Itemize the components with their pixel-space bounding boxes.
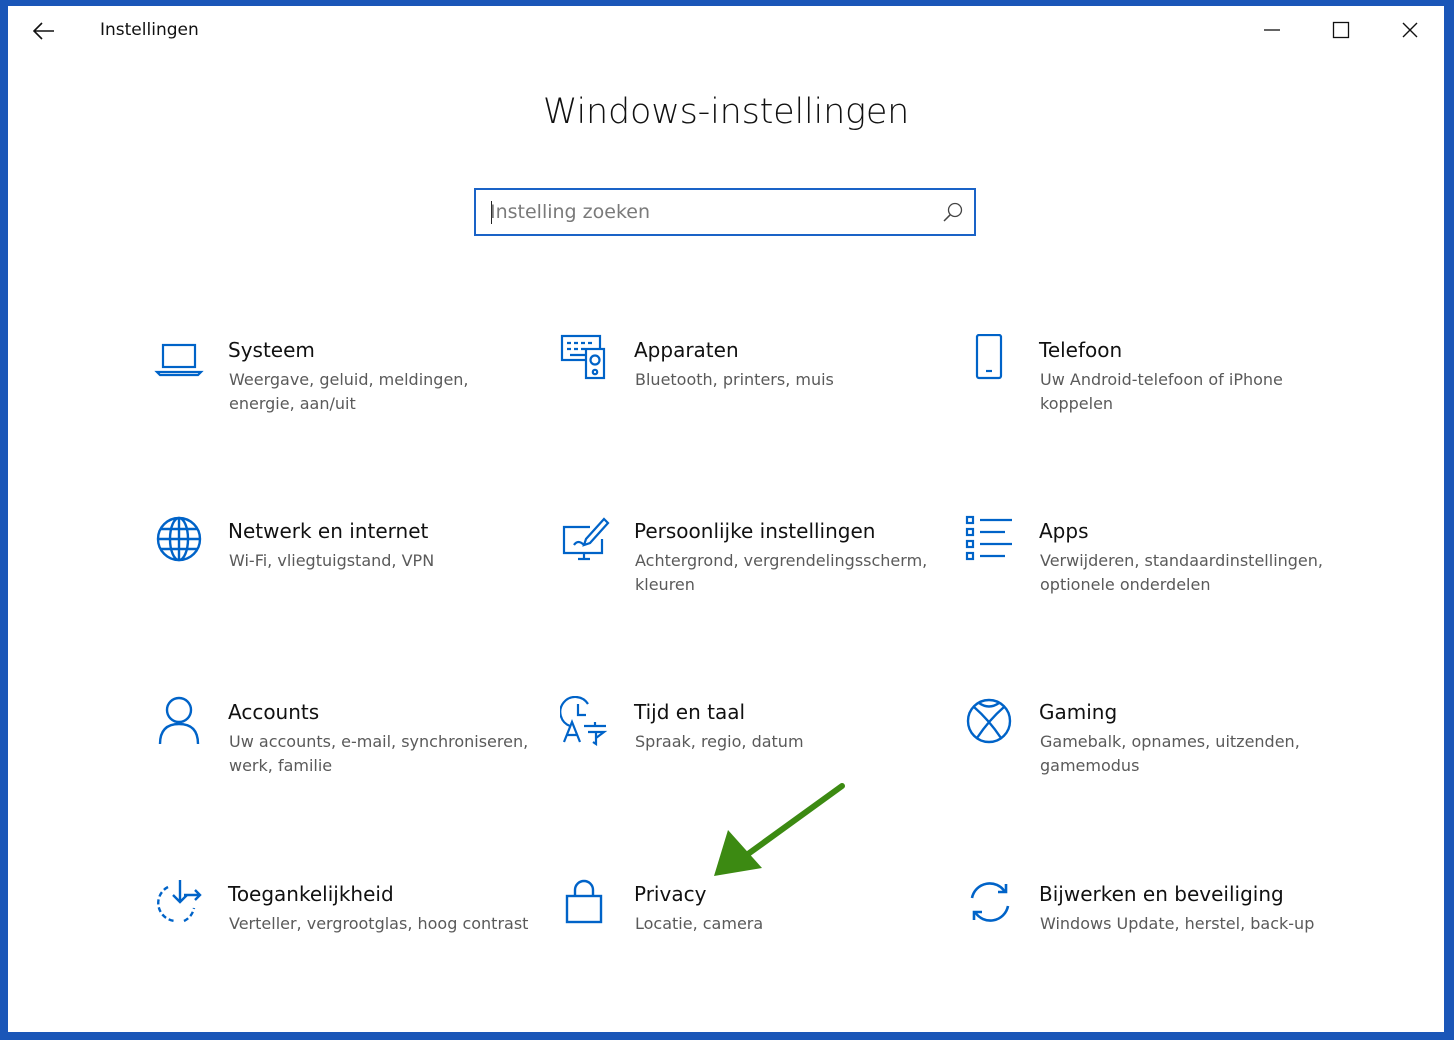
tile-title: Privacy: [634, 882, 707, 906]
tile-gaming[interactable]: Gaming Gamebalk, opnames, uitzenden, gam…: [965, 696, 1345, 836]
tile-description: Verteller, vergrootglas, hoog contrast: [229, 914, 529, 933]
search-input[interactable]: [490, 190, 930, 234]
lock-icon: [565, 879, 603, 924]
settings-window: Instellingen Windows-instellingen Instel…: [8, 6, 1444, 1032]
tile-title: Gaming: [1039, 700, 1118, 724]
time-language-icon: [560, 696, 608, 746]
apps-list-icon: [965, 515, 1012, 561]
tile-apps[interactable]: Apps Verwijderen, standaardinstellingen,…: [965, 515, 1345, 655]
tile-title: Bijwerken en beveiliging: [1039, 882, 1284, 906]
annotation-arrow: [714, 783, 845, 876]
tile-title: Systeem: [228, 338, 315, 362]
tile-title: Persoonlijke instellingen: [634, 519, 876, 543]
tile-telefoon[interactable]: Telefoon Uw Android-telefoon of iPhone k…: [965, 334, 1345, 474]
globe-icon: [156, 516, 202, 562]
tile-toegankelijkheid[interactable]: Toegankelijkheid Verteller, vergrootglas…: [154, 878, 534, 1018]
tile-description: Spraak, regio, datum: [635, 732, 804, 751]
accessibility-icon: [157, 880, 202, 923]
tile-title: Tijd en taal: [634, 700, 746, 724]
minimize-button[interactable]: [1244, 12, 1300, 48]
personalization-icon: [562, 517, 610, 561]
tile-title: Telefoon: [1039, 338, 1123, 362]
person-icon: [158, 696, 200, 745]
back-arrow-icon: [33, 22, 54, 40]
search-box[interactable]: [474, 188, 976, 236]
tile-description: Wi-Fi, vliegtuigstand, VPN: [229, 551, 435, 570]
tile-apparaten[interactable]: Apparaten Bluetooth, printers, muis: [560, 334, 940, 474]
search-icon[interactable]: [942, 201, 964, 223]
tile-title: Apps: [1039, 519, 1089, 543]
back-button[interactable]: [24, 14, 64, 48]
tile-title: Netwerk en internet: [228, 519, 429, 543]
tile-bijwerken-en-beveiliging[interactable]: Bijwerken en beveiliging Windows Update,…: [965, 878, 1345, 1018]
xbox-icon: [966, 698, 1012, 744]
tile-title: Apparaten: [634, 338, 739, 362]
tile-persoonlijke-instellingen[interactable]: Persoonlijke instellingen Achtergrond, v…: [560, 515, 940, 655]
close-icon: [1402, 22, 1418, 38]
tile-accounts[interactable]: Accounts Uw accounts, e-mail, synchronis…: [154, 696, 534, 836]
tile-systeem[interactable]: Systeem Weergave, geluid, meldingen, ene…: [154, 334, 534, 474]
sync-icon: [970, 882, 1010, 922]
tile-title: Accounts: [228, 700, 320, 724]
tile-netwerk-en-internet[interactable]: Netwerk en internet Wi-Fi, vliegtuigstan…: [154, 515, 534, 655]
laptop-icon: [154, 343, 204, 377]
app-title: Instellingen: [100, 20, 199, 40]
tile-description: Achtergrond, vergrendelingsscherm, kleur…: [635, 551, 928, 594]
title-bar: Instellingen: [8, 6, 1444, 56]
tile-description: Locatie, camera: [635, 914, 764, 933]
tile-description: Windows Update, herstel, back-up: [1040, 914, 1315, 933]
close-button[interactable]: [1382, 12, 1438, 48]
tile-description: Uw accounts, e-mail, synchroniseren, wer…: [229, 732, 529, 775]
tile-title: Toegankelijkheid: [228, 882, 394, 906]
page-title: Windows-instellingen: [542, 92, 910, 132]
tile-description: Uw Android-telefoon of iPhone koppelen: [1040, 370, 1283, 413]
minimize-icon: [1264, 29, 1280, 31]
tile-description: Gamebalk, opnames, uitzenden, gamemodus: [1040, 732, 1300, 775]
devices-icon: [560, 334, 606, 380]
maximize-icon: [1332, 21, 1350, 39]
tile-description: Weergave, geluid, meldingen, energie, aa…: [229, 370, 469, 413]
tile-description: Verwijderen, standaardinstellingen, opti…: [1040, 551, 1323, 594]
tile-description: Bluetooth, printers, muis: [635, 370, 834, 389]
phone-icon: [975, 334, 1003, 380]
tile-privacy[interactable]: Privacy Locatie, camera: [560, 878, 940, 1018]
maximize-button[interactable]: [1313, 12, 1369, 48]
